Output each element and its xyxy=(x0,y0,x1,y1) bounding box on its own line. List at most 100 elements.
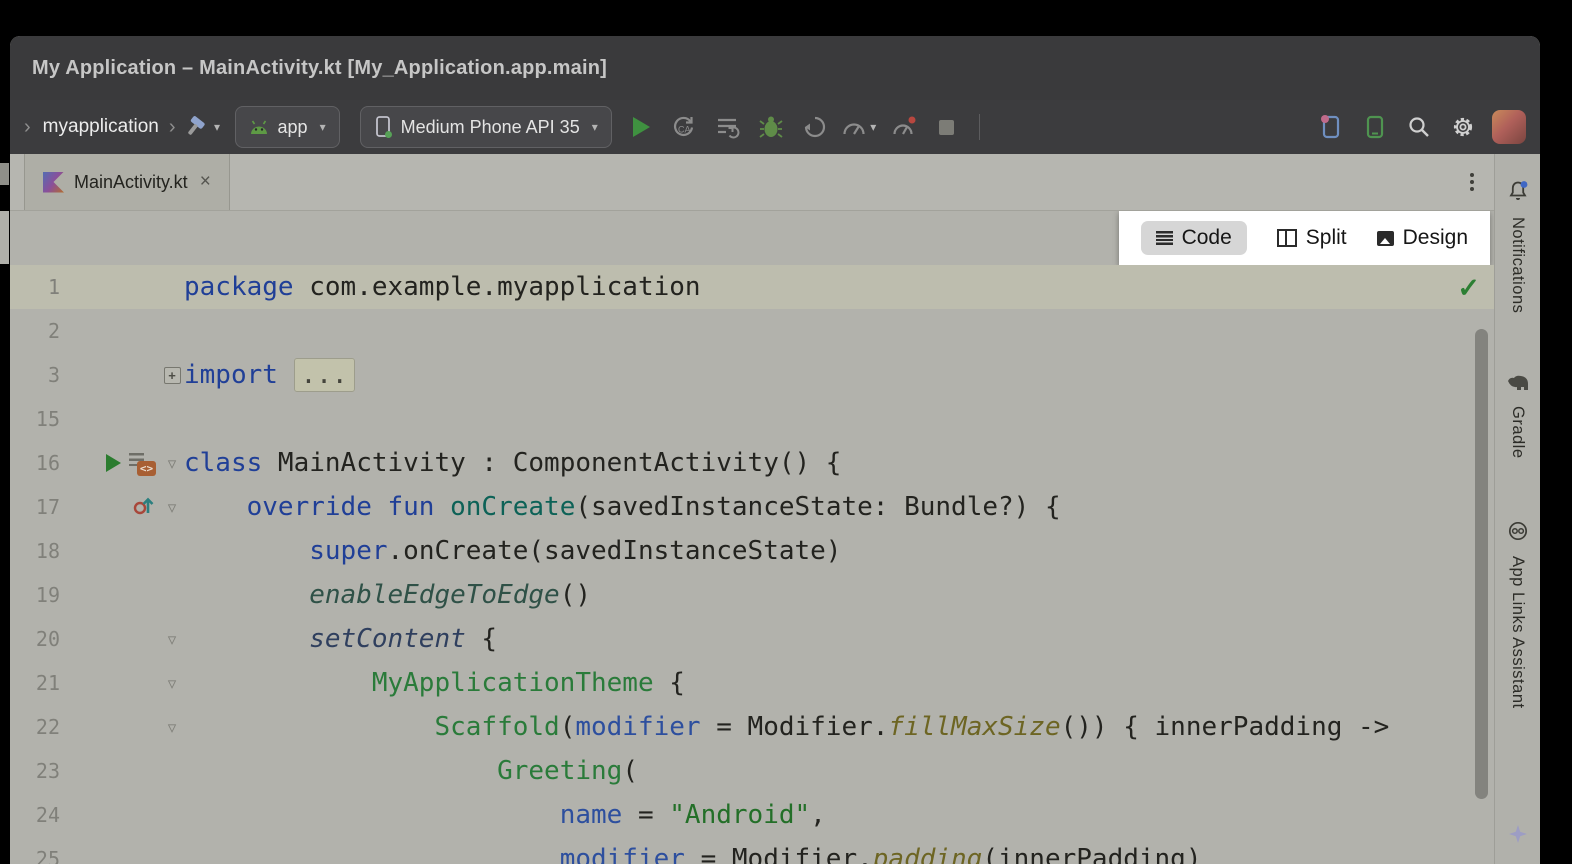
code-token: onCreate xyxy=(450,492,575,522)
gradle-icon xyxy=(1506,375,1530,396)
fold-collapse-icon[interactable]: ▿ xyxy=(168,719,177,736)
sparkle-icon xyxy=(1507,823,1529,845)
line-number: 18 xyxy=(10,539,60,563)
line-number: 25 xyxy=(10,847,60,864)
tab-options-menu[interactable] xyxy=(1470,173,1474,191)
code-line[interactable]: 25 modifier = Modifier.padding(innerPadd… xyxy=(10,837,1494,864)
apply-code-changes-button[interactable] xyxy=(708,110,746,144)
profileable-run-button[interactable] xyxy=(884,110,922,144)
editor-header: Code Split Design xyxy=(10,211,1494,265)
view-mode-code-button[interactable]: Code xyxy=(1141,221,1247,255)
code-text[interactable]: package com.example.myapplication xyxy=(184,265,701,309)
fold-collapse-icon[interactable]: ▿ xyxy=(168,675,177,692)
line-number: 17 xyxy=(10,495,60,519)
code-line[interactable]: 21▿ MyApplicationTheme { xyxy=(10,661,1494,705)
svg-text:CA: CA xyxy=(678,125,691,135)
view-mode-split-button[interactable]: Split xyxy=(1277,226,1347,250)
code-line[interactable]: 20▿ setContent { xyxy=(10,617,1494,661)
code-line[interactable]: 18 super.onCreate(savedInstanceState) xyxy=(10,529,1494,573)
editor-column: MainActivity.kt × Code Split xyxy=(10,154,1494,864)
code-area[interactable]: 1package com.example.myapplication 2 3 +imp… xyxy=(10,265,1494,864)
running-devices-button[interactable] xyxy=(1312,110,1350,144)
code-line[interactable]: 17 ▿ override fun onCreate(savedInstanceS… xyxy=(10,485,1494,529)
attach-debugger-button[interactable] xyxy=(796,110,834,144)
code-token: package xyxy=(184,272,294,302)
run-gutter-icon[interactable] xyxy=(106,454,121,472)
ai-assistant-button[interactable] xyxy=(1507,823,1529,850)
tool-stripe-notifications[interactable]: Notifications xyxy=(1508,180,1528,313)
code-text[interactable]: name = "Android", xyxy=(184,793,826,837)
code-line[interactable]: 22 ▿ Scaffold(modifier = Modifier.fillMax… xyxy=(10,705,1494,749)
code-text[interactable]: Scaffold(modifier = Modifier.fillMaxSize… xyxy=(184,705,1389,749)
search-everywhere-button[interactable] xyxy=(1400,110,1438,144)
tool-stripe-app-links-assistant[interactable]: App Links Assistant xyxy=(1508,521,1528,709)
device-selector[interactable]: Medium Phone API 35 ▾ xyxy=(360,106,612,148)
breadcrumb-project[interactable]: myapplication xyxy=(43,116,159,138)
build-hammer-button[interactable]: ▾ xyxy=(184,110,222,144)
tab-mainactivity[interactable]: MainActivity.kt × xyxy=(24,154,230,210)
debug-button[interactable] xyxy=(752,110,790,144)
code-text[interactable]: MyApplicationTheme { xyxy=(184,661,685,705)
search-icon xyxy=(1407,115,1431,139)
code-token: = xyxy=(622,800,669,830)
code-text[interactable]: class MainActivity : ComponentActivity()… xyxy=(184,441,841,485)
code-text[interactable]: override fun onCreate(savedInstanceState… xyxy=(184,485,1061,529)
editor-scrollbar[interactable] xyxy=(1475,329,1488,799)
code-token xyxy=(184,492,247,522)
code-editor[interactable]: 1package com.example.myapplication 2 3 +imp… xyxy=(10,265,1494,864)
device-phone-icon xyxy=(374,115,392,139)
code-line[interactable]: 3 +import ... xyxy=(10,353,1494,397)
titlebar[interactable]: My Application – MainActivity.kt [My_App… xyxy=(10,36,1540,100)
fold-collapse-icon[interactable]: ▿ xyxy=(168,455,177,472)
code-line[interactable]: 16<>▿class MainActivity : ComponentActiv… xyxy=(10,441,1494,485)
run-config-selector[interactable]: app ▾ xyxy=(235,106,340,148)
override-method-gutter-icon[interactable] xyxy=(132,493,156,522)
line-number: 22 xyxy=(10,715,60,739)
stop-button[interactable] xyxy=(928,110,966,144)
code-token: = Modifier. xyxy=(701,712,889,742)
kotlin-file-icon xyxy=(43,172,64,193)
apply-changes-icon: CA xyxy=(670,114,696,140)
code-line[interactable]: 23 Greeting( xyxy=(10,749,1494,793)
code-line[interactable]: 24 name = "Android", xyxy=(10,793,1494,837)
breadcrumb-chevron-icon: › xyxy=(169,116,176,139)
fold-collapse-icon[interactable]: ▿ xyxy=(168,499,177,516)
compose-preview-gutter-icon[interactable]: <> xyxy=(129,451,156,476)
device-manager-button[interactable] xyxy=(1356,110,1394,144)
code-text[interactable]: import ... xyxy=(184,353,355,397)
close-icon[interactable]: × xyxy=(200,171,211,193)
breadcrumb-chevron-icon: › xyxy=(24,116,31,139)
run-button[interactable] xyxy=(633,117,650,137)
line-number: 3 xyxy=(10,363,60,387)
view-mode-design-button[interactable]: Design xyxy=(1377,226,1468,250)
background-window-fragment xyxy=(0,211,9,264)
code-text[interactable]: Greeting( xyxy=(184,749,638,793)
run-config-label: app xyxy=(278,117,308,138)
code-text[interactable]: setContent { xyxy=(184,617,497,661)
gutter-fold-area: ▿ xyxy=(160,499,184,516)
code-token: import xyxy=(184,360,278,390)
running-devices-icon xyxy=(1319,114,1343,140)
code-token: ( xyxy=(622,756,638,786)
background-window-fragment xyxy=(0,163,9,185)
code-text[interactable]: super.onCreate(savedInstanceState) xyxy=(184,529,841,573)
line-number: 2 xyxy=(10,319,60,343)
editor-view-mode-strip: Code Split Design xyxy=(1119,211,1490,265)
code-line[interactable]: 2 xyxy=(10,309,1494,353)
code-text[interactable]: enableEdgeToEdge() xyxy=(184,573,591,617)
profiler-button[interactable]: ▾ xyxy=(840,110,878,144)
code-text[interactable]: modifier = Modifier.padding(innerPadding… xyxy=(184,837,1202,864)
bug-icon xyxy=(759,114,783,140)
fold-expand-icon[interactable]: + xyxy=(164,367,181,384)
inspection-ok-icon[interactable]: ✓ xyxy=(1457,273,1480,304)
code-token xyxy=(184,712,434,742)
apply-changes-button[interactable]: CA xyxy=(664,110,702,144)
code-line[interactable]: 19 enableEdgeToEdge() xyxy=(10,573,1494,617)
code-line[interactable]: 15 xyxy=(10,397,1494,441)
code-token: enableEdgeToEdge xyxy=(309,580,559,610)
user-avatar[interactable] xyxy=(1492,110,1526,144)
fold-collapse-icon[interactable]: ▿ xyxy=(168,631,177,648)
settings-button[interactable] xyxy=(1444,110,1482,144)
code-line[interactable]: 1package com.example.myapplication xyxy=(10,265,1494,309)
tool-stripe-gradle[interactable]: Gradle xyxy=(1506,375,1530,459)
